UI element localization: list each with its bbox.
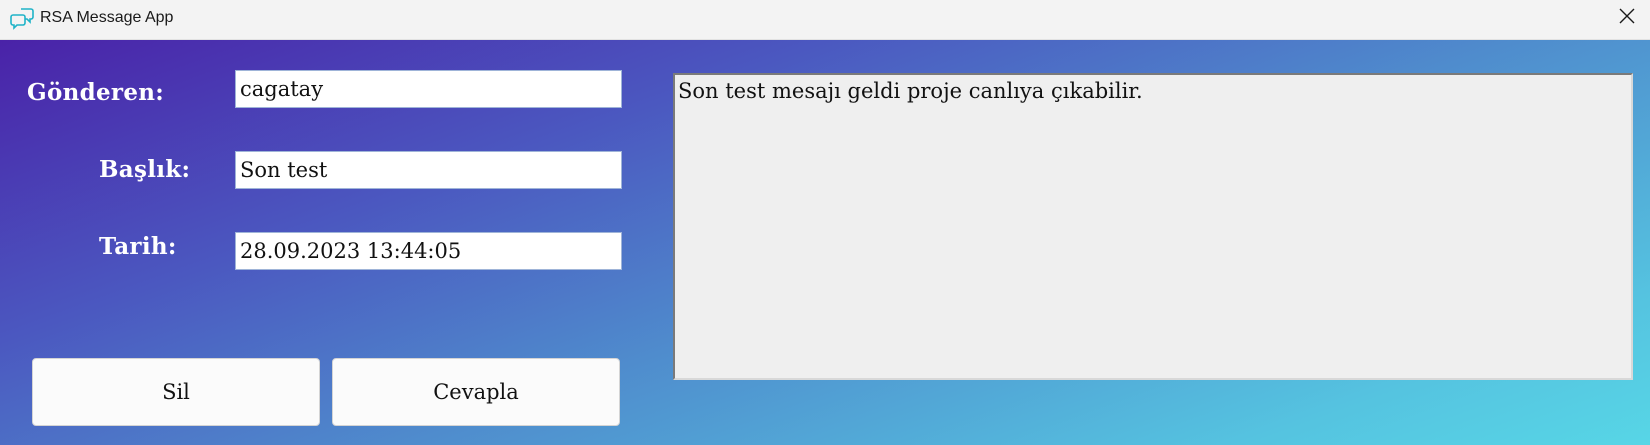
close-button[interactable] [1604, 0, 1650, 36]
sender-field[interactable] [235, 70, 622, 108]
main-panel: Gönderen: Başlık: Tarih: Sil Cevapla Son… [0, 40, 1650, 445]
title-bar: RSA Message App [0, 0, 1650, 40]
subject-field[interactable] [235, 151, 622, 189]
date-label: Tarih: [99, 233, 177, 260]
message-body[interactable]: Son test mesajı geldi proje canlıya çıka… [673, 73, 1633, 380]
app-window: RSA Message App Gönderen: Başlık: Tarih:… [0, 0, 1650, 445]
sender-label: Gönderen: [27, 79, 165, 106]
date-field[interactable] [235, 232, 622, 270]
chat-bubbles-icon [10, 6, 36, 32]
window-title: RSA Message App [40, 9, 174, 26]
reply-button[interactable]: Cevapla [332, 358, 620, 426]
subject-label: Başlık: [99, 156, 191, 183]
close-icon [1619, 8, 1635, 28]
delete-button[interactable]: Sil [32, 358, 320, 426]
